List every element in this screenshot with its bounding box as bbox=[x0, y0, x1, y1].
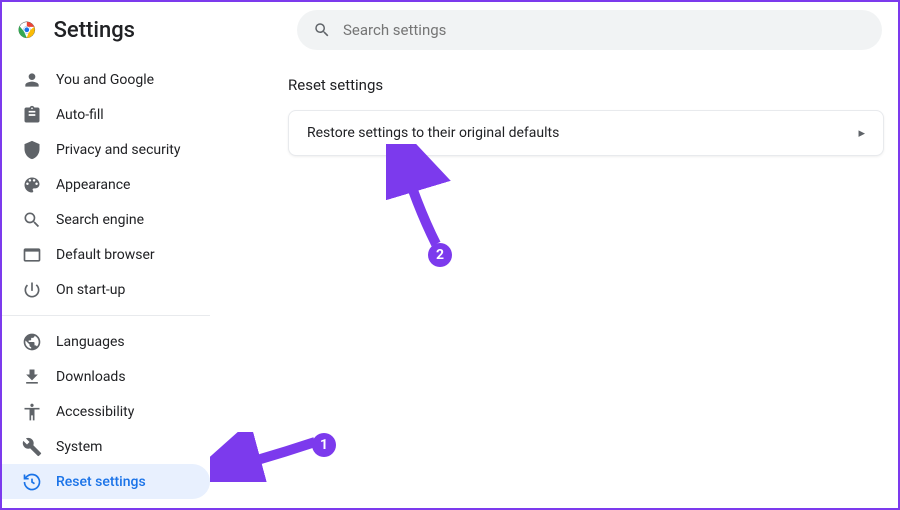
content: You and Google Auto-fill Privacy and sec… bbox=[2, 58, 898, 508]
sidebar-item-appearance[interactable]: Appearance bbox=[2, 167, 210, 202]
sidebar-item-you-and-google[interactable]: You and Google bbox=[2, 62, 210, 97]
palette-icon bbox=[22, 175, 42, 195]
wrench-icon bbox=[22, 437, 42, 457]
sidebar-item-reset-settings[interactable]: Reset settings bbox=[2, 464, 210, 499]
browser-icon bbox=[22, 245, 42, 265]
sidebar-divider bbox=[2, 315, 210, 316]
annotation-badge-2: 2 bbox=[428, 243, 452, 267]
sidebar-item-label: You and Google bbox=[56, 72, 154, 88]
chevron-right-icon: ▸ bbox=[858, 126, 865, 141]
sidebar-item-languages[interactable]: Languages bbox=[2, 324, 210, 359]
sidebar-item-label: Default browser bbox=[56, 247, 155, 263]
restore-icon bbox=[22, 472, 42, 492]
search-container bbox=[297, 10, 882, 50]
clipboard-icon bbox=[22, 105, 42, 125]
sidebar-item-privacy[interactable]: Privacy and security bbox=[2, 132, 210, 167]
header: Settings bbox=[2, 2, 898, 58]
download-icon bbox=[22, 367, 42, 387]
sidebar-item-system[interactable]: System bbox=[2, 429, 210, 464]
page-title: Settings bbox=[54, 18, 135, 43]
sidebar-item-label: On start-up bbox=[56, 282, 125, 298]
sidebar-item-label: Auto-fill bbox=[56, 107, 104, 123]
sidebar-item-label: Accessibility bbox=[56, 404, 134, 420]
sidebar-item-label: Appearance bbox=[56, 177, 130, 193]
sidebar-item-label: Reset settings bbox=[56, 474, 146, 490]
shield-icon bbox=[22, 140, 42, 160]
search-input[interactable] bbox=[343, 21, 866, 39]
search-icon bbox=[22, 210, 42, 230]
search-icon bbox=[313, 21, 331, 39]
sidebar-item-startup[interactable]: On start-up bbox=[2, 272, 210, 307]
section-title: Reset settings bbox=[288, 76, 884, 94]
sidebar-item-autofill[interactable]: Auto-fill bbox=[2, 97, 210, 132]
accessibility-icon bbox=[22, 402, 42, 422]
annotation-badge-1: 1 bbox=[312, 433, 336, 457]
sidebar-item-accessibility[interactable]: Accessibility bbox=[2, 394, 210, 429]
sidebar: You and Google Auto-fill Privacy and sec… bbox=[2, 58, 210, 508]
sidebar-item-label: Search engine bbox=[56, 212, 144, 228]
restore-defaults-label: Restore settings to their original defau… bbox=[307, 125, 559, 141]
sidebar-item-label: Downloads bbox=[56, 369, 126, 385]
sidebar-item-downloads[interactable]: Downloads bbox=[2, 359, 210, 394]
restore-defaults-row[interactable]: Restore settings to their original defau… bbox=[289, 111, 883, 155]
search-box[interactable] bbox=[297, 10, 882, 50]
sidebar-item-label: Privacy and security bbox=[56, 142, 180, 158]
sidebar-item-label: Languages bbox=[56, 334, 125, 350]
power-icon bbox=[22, 280, 42, 300]
sidebar-item-search-engine[interactable]: Search engine bbox=[2, 202, 210, 237]
sidebar-item-default-browser[interactable]: Default browser bbox=[2, 237, 210, 272]
person-icon bbox=[22, 70, 42, 90]
reset-card: Restore settings to their original defau… bbox=[288, 110, 884, 156]
globe-icon bbox=[22, 332, 42, 352]
chrome-logo-icon bbox=[18, 19, 36, 41]
sidebar-item-label: System bbox=[56, 439, 102, 455]
